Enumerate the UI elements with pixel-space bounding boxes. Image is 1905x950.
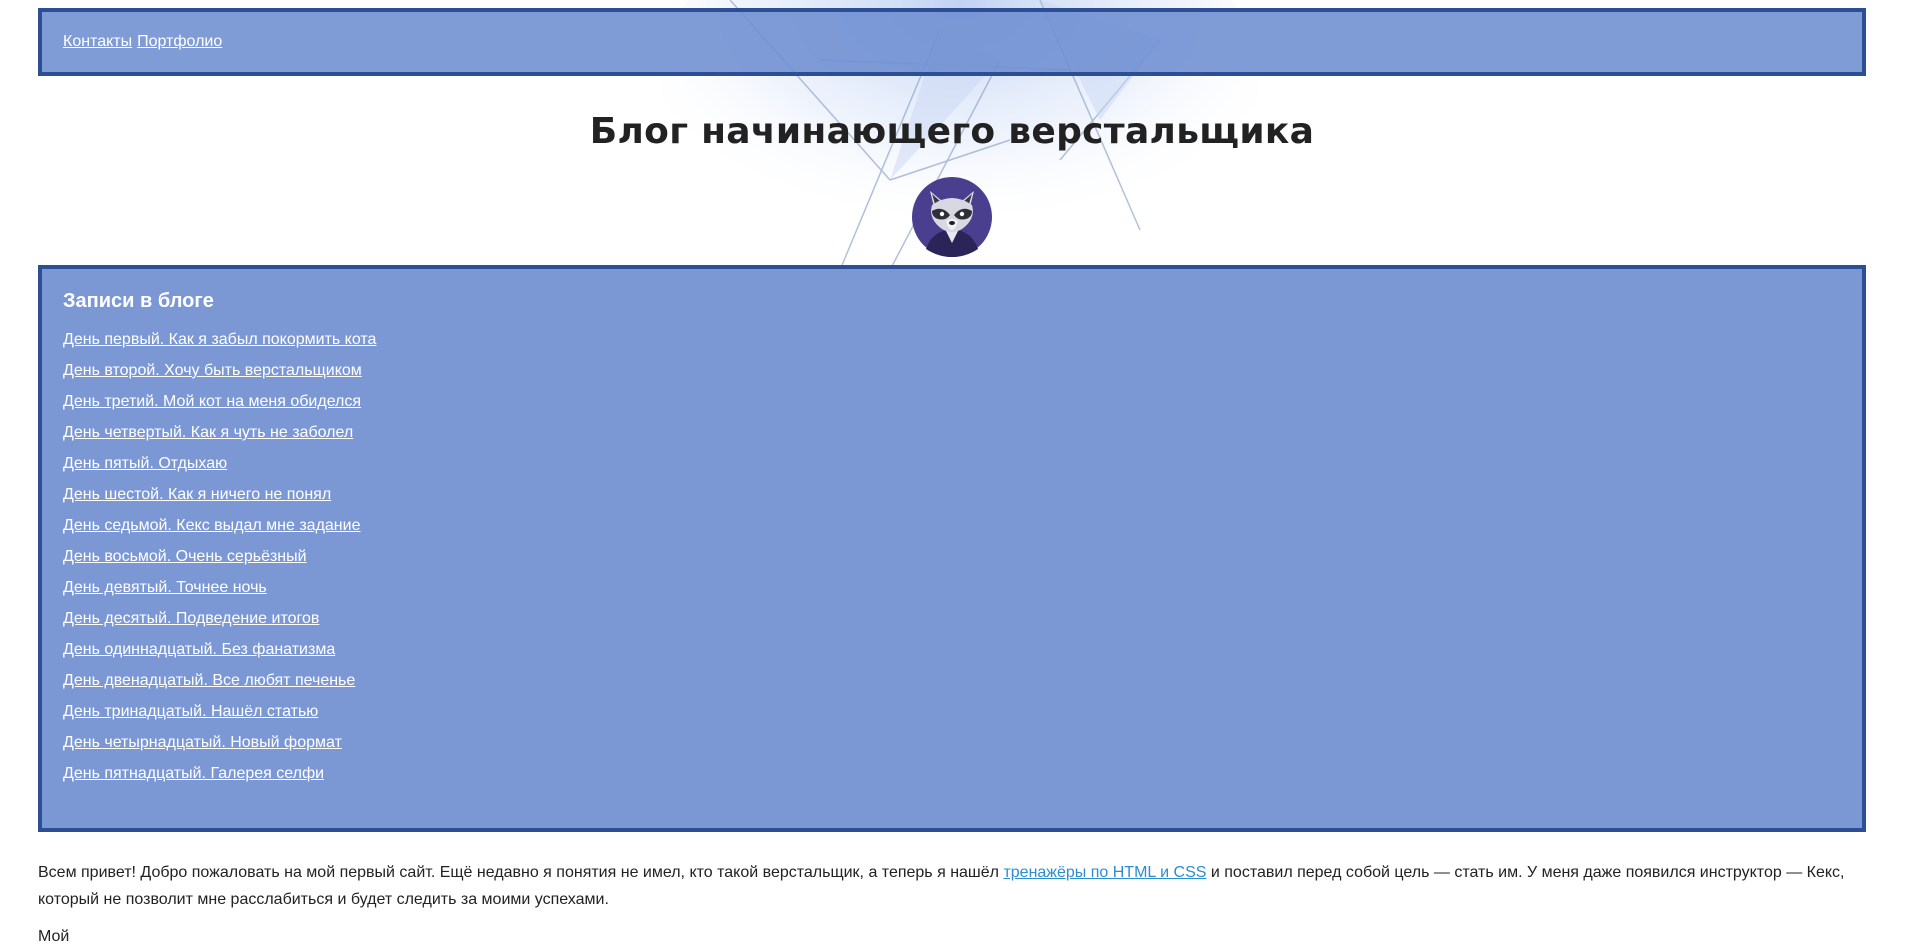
post-link[interactable]: День тринадцатый. Нашёл статью [63, 703, 318, 720]
post-list: День первый. Как я забыл покормить кота … [63, 329, 1841, 794]
list-item: День второй. Хочу быть верстальщиком [63, 360, 1841, 391]
post-link[interactable]: День третий. Мой кот на меня обиделся [63, 393, 361, 410]
post-link[interactable]: День одиннадцатый. Без фанатизма [63, 641, 335, 658]
list-item: День двенадцатый. Все любят печенье [63, 670, 1841, 701]
list-item: День пятый. Отдыхаю [63, 453, 1841, 484]
page-title: Блог начинающего верстальщика [589, 111, 1315, 152]
post-link[interactable]: День шестой. Как я ничего не понял [63, 486, 331, 503]
post-link[interactable]: День восьмой. Очень серьёзный [63, 548, 307, 565]
list-item: День первый. Как я забыл покормить кота [63, 329, 1841, 360]
post-link[interactable]: День двенадцатый. Все любят печенье [63, 672, 355, 689]
list-item: День четвертый. Как я чуть не заболел [63, 422, 1841, 453]
list-item: День шестой. Как я ничего не понял [63, 484, 1841, 515]
trainers-link[interactable]: тренажёры по HTML и CSS [1003, 864, 1206, 881]
list-item: День тринадцатый. Нашёл статью [63, 701, 1841, 732]
list-item: День девятый. Точнее ночь [63, 577, 1841, 608]
intro-text-before-link: Всем привет! Добро пожаловать на мой пер… [38, 864, 1004, 881]
post-link[interactable]: День девятый. Точнее ночь [63, 579, 267, 596]
list-item: День четырнадцатый. Новый формат [63, 732, 1841, 763]
post-link[interactable]: День четырнадцатый. Новый формат [63, 734, 342, 751]
list-item: День седьмой. Кекс выдал мне задание [63, 515, 1841, 546]
raccoon-avatar-icon [912, 177, 992, 257]
post-link[interactable]: День пятнадцатый. Галерея селфи [63, 765, 324, 782]
nav-link-portfolio[interactable]: Портфолио [137, 33, 222, 51]
list-item: День восьмой. Очень серьёзный [63, 546, 1841, 577]
post-link[interactable]: День седьмой. Кекс выдал мне задание [63, 517, 360, 534]
list-item: День одиннадцатый. Без фанатизма [63, 639, 1841, 670]
page-container: Контакты Портфолио Блог начинающего верс… [0, 0, 1905, 950]
post-link[interactable]: День первый. Как я забыл покормить кота [63, 331, 376, 348]
post-link[interactable]: День второй. Хочу быть верстальщиком [63, 362, 362, 379]
nav-link-contacts[interactable]: Контакты [63, 33, 132, 51]
list-item: День третий. Мой кот на меня обиделся [63, 391, 1841, 422]
post-link[interactable]: День четвертый. Как я чуть не заболел [63, 424, 353, 441]
list-item: День десятый. Подведение итогов [63, 608, 1841, 639]
blog-posts-panel: Записи в блоге День первый. Как я забыл … [38, 265, 1866, 832]
list-item: День пятнадцатый. Галерея селфи [63, 763, 1841, 794]
top-nav: Контакты Портфолио [38, 8, 1866, 76]
post-link[interactable]: День десятый. Подведение итогов [63, 610, 319, 627]
blog-heading: Записи в блоге [63, 290, 214, 312]
next-paragraph: Мой [38, 928, 70, 945]
post-link[interactable]: День пятый. Отдыхаю [63, 455, 227, 472]
intro-paragraph: Всем привет! Добро пожаловать на мой пер… [38, 859, 1868, 913]
